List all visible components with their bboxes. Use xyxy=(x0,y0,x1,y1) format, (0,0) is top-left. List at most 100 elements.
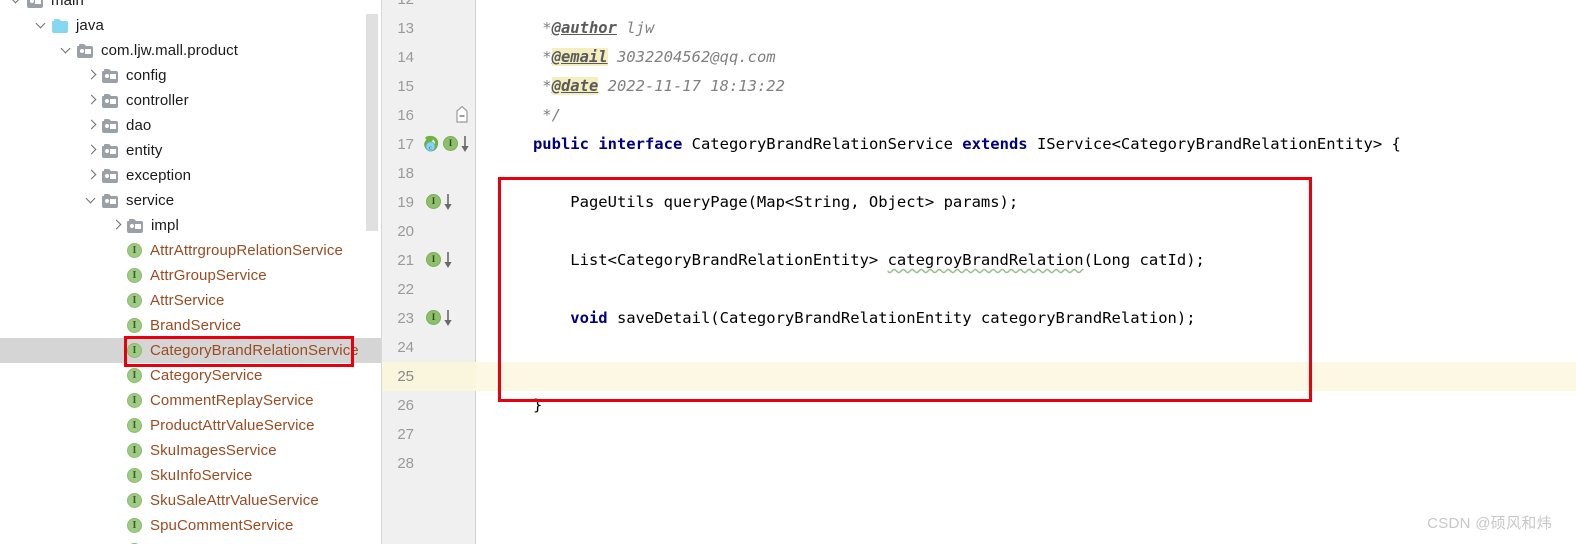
code-text[interactable]: List<CategoryBrandRelationEntity> categr… xyxy=(570,246,1205,275)
gutter-markers[interactable]: I xyxy=(426,309,456,328)
code-text[interactable]: public interface CategoryBrandRelationSe… xyxy=(533,130,1401,159)
editor-line[interactable]: 20 xyxy=(382,217,1576,246)
code-token: * xyxy=(542,0,551,8)
sidebar-scrollbar-thumb[interactable] xyxy=(366,14,378,231)
tree-item-package[interactable]: impl xyxy=(0,213,382,238)
tree-item-package[interactable]: com.ljw.mall.product xyxy=(0,38,382,63)
interface-icon: I xyxy=(126,492,144,510)
line-number: 27 xyxy=(397,426,414,443)
editor-line[interactable]: 16 */ xyxy=(382,101,1576,130)
tree-item-interface[interactable]: I CategoryService xyxy=(0,363,382,388)
code-editor[interactable]: 12*13*@author ljw14*@email 3032204562@qq… xyxy=(382,0,1576,544)
tree-item-package[interactable]: main xyxy=(0,0,382,13)
tree-item-interface[interactable]: I AttrAttrgroupRelationService xyxy=(0,238,382,263)
code-fold-icon[interactable] xyxy=(455,105,469,124)
code-token: * xyxy=(542,19,552,37)
editor-line[interactable]: 14 *@email 3032204562@qq.com xyxy=(382,43,1576,72)
tree-item-package[interactable]: service xyxy=(0,188,382,213)
code-token: List<CategoryBrandRelationEntity> xyxy=(570,251,888,269)
tree-item-interface[interactable]: I AttrService xyxy=(0,288,382,313)
tree-item-label: BrandService xyxy=(150,317,242,334)
chevron-right-icon[interactable] xyxy=(83,163,101,188)
editor-line[interactable]: 28 xyxy=(382,449,1576,478)
tree-item-interface[interactable]: I xyxy=(0,538,382,544)
tree-item-package[interactable]: dao xyxy=(0,113,382,138)
line-number: 22 xyxy=(397,281,414,298)
line-number: 20 xyxy=(397,223,414,240)
tree-item-interface[interactable]: I SpuCommentService xyxy=(0,513,382,538)
editor-line[interactable]: 21 I List<CategoryBrandRelationEntity> cat… xyxy=(382,246,1576,275)
chevron-right-icon[interactable] xyxy=(83,113,101,138)
implemented-by-icon[interactable]: I xyxy=(443,135,473,154)
code-text[interactable]: *@date 2022-11-17 18:13:22 xyxy=(542,72,785,101)
gutter-markers[interactable]: I xyxy=(426,251,456,270)
project-tree-panel[interactable]: main java com.ljw.mall.product config contro… xyxy=(0,0,382,544)
chevron-right-icon[interactable] xyxy=(83,138,101,163)
line-number: 19 xyxy=(397,194,414,211)
package-folder-icon xyxy=(126,217,146,235)
package-folder-icon xyxy=(76,42,96,60)
editor-line[interactable]: 26} xyxy=(382,391,1576,420)
gutter-markers[interactable]: I xyxy=(426,193,456,212)
code-token: @author xyxy=(551,19,617,37)
code-text[interactable]: *@author ljw xyxy=(542,14,654,43)
chevron-down-icon[interactable] xyxy=(33,13,51,38)
tree-item-interface[interactable]: I CommentReplayService xyxy=(0,388,382,413)
gutter-markers[interactable]: cI xyxy=(423,135,473,154)
code-text[interactable]: void saveDetail(CategoryBrandRelationEnt… xyxy=(570,304,1195,333)
editor-line[interactable]: 17 c Ipublic interface CategoryBrandRelati… xyxy=(382,130,1576,159)
tree-item-package[interactable]: java xyxy=(0,13,382,38)
interface-icon: I xyxy=(126,517,144,535)
tree-item-interface[interactable]: I AttrGroupService xyxy=(0,263,382,288)
spring-bean-icon[interactable]: c xyxy=(423,135,443,154)
tree-item-label: AttrGroupService xyxy=(150,267,267,284)
source-folder-icon xyxy=(51,17,71,35)
interface-icon: I xyxy=(126,317,144,335)
editor-line[interactable]: 25 xyxy=(382,362,1576,391)
tree-item-interface[interactable]: I BrandService xyxy=(0,313,382,338)
chevron-down-icon[interactable] xyxy=(58,38,76,63)
editor-line[interactable]: 27 xyxy=(382,420,1576,449)
tree-item-interface[interactable]: I SkuImagesService xyxy=(0,438,382,463)
tree-item-interface[interactable]: I ProductAttrValueService xyxy=(0,413,382,438)
interface-icon: I xyxy=(126,342,144,360)
code-text[interactable]: */ xyxy=(542,101,561,130)
tree-item-interface[interactable]: I SkuSaleAttrValueService xyxy=(0,488,382,513)
tree-item-package[interactable]: exception xyxy=(0,163,382,188)
code-token: CategoryBrandRelationService xyxy=(682,135,963,153)
code-token: (Long catId); xyxy=(1083,251,1205,269)
implemented-by-icon[interactable]: I xyxy=(426,251,456,270)
chevron-right-icon[interactable] xyxy=(83,88,101,113)
code-text[interactable]: *@email 3032204562@qq.com xyxy=(542,43,776,72)
interface-icon: I xyxy=(126,242,144,260)
line-number: 13 xyxy=(397,20,414,37)
tree-item-interface[interactable]: I CategoryBrandRelationService xyxy=(0,338,382,363)
tree-item-package[interactable]: entity xyxy=(0,138,382,163)
sidebar-scrollbar-track[interactable] xyxy=(366,0,380,544)
editor-line[interactable]: 23 Ivoid saveDetail(CategoryBrandRelation… xyxy=(382,304,1576,333)
editor-line[interactable]: 22 xyxy=(382,275,1576,304)
chevron-down-icon[interactable] xyxy=(8,0,26,13)
tree-item-package[interactable]: config xyxy=(0,63,382,88)
code-text[interactable]: PageUtils queryPage(Map<String, Object> … xyxy=(570,188,1018,217)
tree-item-interface[interactable]: I SkuInfoService xyxy=(0,463,382,488)
code-text[interactable]: } xyxy=(533,391,542,420)
code-text[interactable]: * xyxy=(542,0,551,14)
editor-line[interactable]: 15 *@date 2022-11-17 18:13:22 xyxy=(382,72,1576,101)
editor-line[interactable]: 24 xyxy=(382,333,1576,362)
chevron-right-icon[interactable] xyxy=(83,63,101,88)
editor-line[interactable]: 13 *@author ljw xyxy=(382,14,1576,43)
project-tree-list[interactable]: main java com.ljw.mall.product config contro… xyxy=(0,0,382,544)
code-token: ljw xyxy=(616,19,655,37)
editor-line[interactable]: 19 I PageUtils queryPage(Map<String, Objec… xyxy=(382,188,1576,217)
editor-line[interactable]: 18 xyxy=(382,159,1576,188)
implemented-by-icon[interactable]: I xyxy=(426,193,456,212)
implemented-by-icon[interactable]: I xyxy=(426,309,456,328)
chevron-down-icon[interactable] xyxy=(83,188,101,213)
code-token: IService<CategoryBrandRelationEntity> { xyxy=(1027,135,1401,153)
chevron-right-icon[interactable] xyxy=(108,213,126,238)
editor-line[interactable]: 12 * xyxy=(382,0,1576,14)
tree-item-package[interactable]: controller xyxy=(0,88,382,113)
